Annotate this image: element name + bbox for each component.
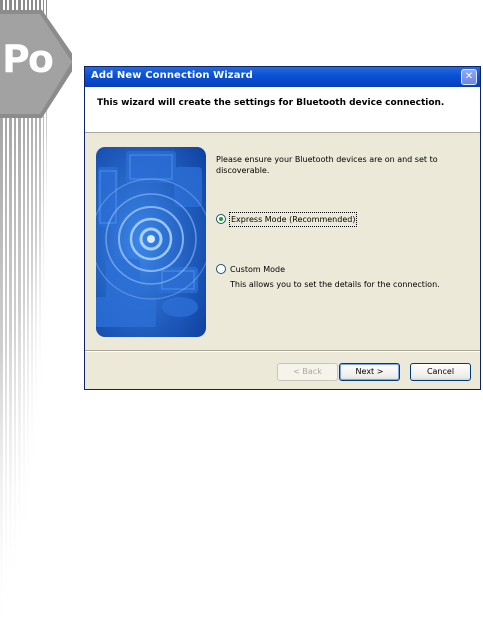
custom-mode-description: This allows you to set the details for t… — [230, 280, 440, 289]
custom-mode-label[interactable]: Custom Mode — [230, 263, 285, 276]
bluetooth-wizard-illustration — [96, 147, 206, 337]
header-text: This wizard will create the settings for… — [97, 98, 445, 108]
wizard-header: This wizard will create the settings for… — [85, 87, 480, 133]
close-icon: ✕ — [464, 71, 474, 82]
title-bar[interactable]: Add New Connection Wizard ✕ — [85, 67, 480, 87]
next-button[interactable]: Next > — [339, 363, 400, 381]
decorative-stripe-band: Po — [0, 0, 72, 642]
custom-mode-radio[interactable] — [216, 264, 226, 274]
wizard-dialog: Add New Connection Wizard ✕ This wizard … — [84, 66, 481, 390]
instruction-text: Please ensure your Bluetooth devices are… — [216, 155, 438, 175]
footer-divider — [85, 350, 480, 352]
cancel-button[interactable]: Cancel — [410, 363, 471, 381]
close-button[interactable]: ✕ — [461, 69, 477, 85]
window-title: Add New Connection Wizard — [91, 70, 253, 81]
back-button[interactable]: < Back — [277, 363, 338, 381]
express-mode-radio[interactable] — [216, 214, 226, 224]
express-mode-label[interactable]: Express Mode (Recommended) — [228, 212, 358, 227]
stripe-pattern — [0, 0, 72, 642]
logo-text: Po — [2, 37, 54, 81]
